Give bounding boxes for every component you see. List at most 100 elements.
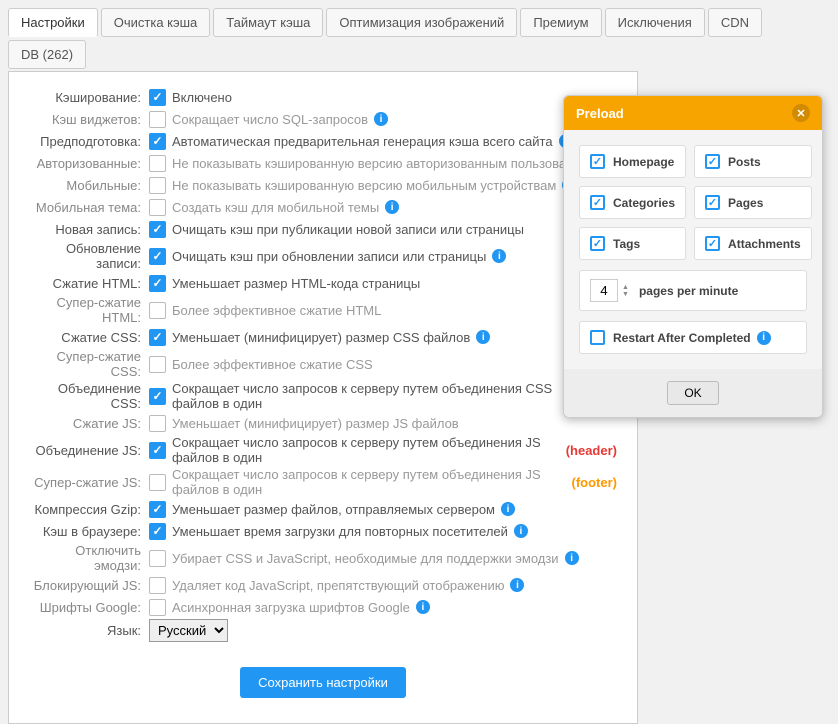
preload-option[interactable]: Tags	[579, 227, 686, 260]
option-label: Posts	[728, 155, 761, 169]
info-icon[interactable]: i	[757, 331, 771, 345]
language-label: Язык:	[29, 623, 149, 638]
option-label: Pages	[728, 196, 763, 210]
restart-row: Restart After Completed i	[579, 321, 807, 354]
setting-label: Мобильная тема:	[29, 200, 149, 215]
setting-label: Блокирующий JS:	[29, 578, 149, 593]
preload-option[interactable]: Attachments	[694, 227, 812, 260]
setting-checkbox[interactable]	[149, 388, 166, 405]
ppm-row: ▲▼ pages per minute	[579, 270, 807, 311]
setting-checkbox[interactable]	[149, 329, 166, 346]
setting-desc: Уменьшает (минифицирует) размер CSS файл…	[172, 330, 470, 345]
preload-option[interactable]: Pages	[694, 186, 812, 219]
setting-desc: Удаляет код JavaScript, препятствующий о…	[172, 578, 504, 593]
setting-desc: Убирает CSS и JavaScript, необходимые дл…	[172, 551, 559, 566]
setting-desc: Уменьшает (минифицирует) размер JS файло…	[172, 416, 459, 431]
setting-checkbox[interactable]	[149, 248, 166, 265]
tab-5[interactable]: Исключения	[605, 8, 705, 37]
setting-label: Объединение CSS:	[29, 381, 149, 411]
tab-7[interactable]: DB (262)	[8, 40, 86, 69]
preload-option[interactable]: Posts	[694, 145, 812, 178]
setting-label: Кэш в браузере:	[29, 524, 149, 539]
option-checkbox[interactable]	[705, 195, 720, 210]
setting-desc: Уменьшает размер HTML-кода страницы	[172, 276, 420, 291]
option-checkbox[interactable]	[590, 154, 605, 169]
ppm-label: pages per minute	[639, 284, 738, 298]
setting-checkbox[interactable]	[149, 199, 166, 216]
setting-checkbox[interactable]	[149, 577, 166, 594]
setting-label: Предподготовка:	[29, 134, 149, 149]
setting-suffix: (header)	[566, 443, 617, 458]
info-icon[interactable]: i	[416, 600, 430, 614]
info-icon[interactable]: i	[514, 524, 528, 538]
setting-desc: Сокращает число SQL-запросов	[172, 112, 368, 127]
setting-label: Отключить эмодзи:	[29, 543, 149, 573]
setting-checkbox[interactable]	[149, 501, 166, 518]
setting-checkbox[interactable]	[149, 111, 166, 128]
setting-checkbox[interactable]	[149, 415, 166, 432]
tab-1[interactable]: Очистка кэша	[101, 8, 211, 37]
info-icon[interactable]: i	[476, 330, 490, 344]
option-checkbox[interactable]	[705, 154, 720, 169]
tab-0[interactable]: Настройки	[8, 8, 98, 37]
spin-down-icon[interactable]: ▼	[622, 291, 629, 298]
info-icon[interactable]: i	[565, 551, 579, 565]
info-icon[interactable]: i	[385, 200, 399, 214]
preload-option[interactable]: Homepage	[579, 145, 686, 178]
option-checkbox[interactable]	[705, 236, 720, 251]
setting-desc: Автоматическая предварительная генерация…	[172, 134, 553, 149]
tab-3[interactable]: Оптимизация изображений	[326, 8, 517, 37]
option-checkbox[interactable]	[590, 195, 605, 210]
info-icon[interactable]: i	[374, 112, 388, 126]
setting-checkbox[interactable]	[149, 523, 166, 540]
setting-checkbox[interactable]	[149, 155, 166, 172]
option-checkbox[interactable]	[590, 236, 605, 251]
setting-checkbox[interactable]	[149, 599, 166, 616]
setting-desc: Уменьшает время загрузки для повторных п…	[172, 524, 508, 539]
setting-checkbox[interactable]	[149, 221, 166, 238]
setting-desc: Не показывать кэшированную версию автори…	[172, 156, 602, 171]
setting-desc: Уменьшает размер файлов, отправляемых се…	[172, 502, 495, 517]
ok-button[interactable]: OK	[667, 381, 718, 405]
tab-2[interactable]: Таймаут кэша	[213, 8, 323, 37]
setting-desc: Не показывать кэшированную версию мобиль…	[172, 178, 556, 193]
setting-desc: Сокращает число запросов к серверу путем…	[172, 467, 572, 497]
setting-label: Супер-сжатие JS:	[29, 475, 149, 490]
setting-checkbox[interactable]	[149, 275, 166, 292]
setting-desc: Очищать кэш при обновлении записи или ст…	[172, 249, 486, 264]
setting-label: Компрессия Gzip:	[29, 502, 149, 517]
setting-label: Супер-сжатие HTML:	[29, 295, 149, 325]
info-icon[interactable]: i	[492, 249, 506, 263]
modal-title: Preload	[576, 106, 624, 121]
setting-desc: Включено	[172, 90, 232, 105]
setting-desc: Более эффективное сжатие CSS	[172, 357, 373, 372]
setting-desc: Асинхронная загрузка шрифтов Google	[172, 600, 410, 615]
setting-label: Кэширование:	[29, 90, 149, 105]
setting-checkbox[interactable]	[149, 442, 166, 459]
setting-desc: Создать кэш для мобильной темы	[172, 200, 379, 215]
tabs-bar: НастройкиОчистка кэшаТаймаут кэшаОптимиз…	[0, 0, 838, 69]
setting-label: Сжатие CSS:	[29, 330, 149, 345]
tab-4[interactable]: Премиум	[520, 8, 601, 37]
info-icon[interactable]: i	[501, 502, 515, 516]
setting-checkbox[interactable]	[149, 302, 166, 319]
setting-desc: Очищать кэш при публикации новой записи …	[172, 222, 524, 237]
setting-suffix: (footer)	[572, 475, 618, 490]
language-select[interactable]: Русский	[149, 619, 228, 642]
tab-6[interactable]: CDN	[708, 8, 762, 37]
option-label: Homepage	[613, 155, 674, 169]
setting-checkbox[interactable]	[149, 177, 166, 194]
save-button[interactable]: Сохранить настройки	[240, 667, 406, 698]
restart-checkbox[interactable]	[590, 330, 605, 345]
setting-checkbox[interactable]	[149, 133, 166, 150]
setting-checkbox[interactable]	[149, 474, 166, 491]
preload-option[interactable]: Categories	[579, 186, 686, 219]
setting-label: Объединение JS:	[29, 443, 149, 458]
setting-label: Шрифты Google:	[29, 600, 149, 615]
ppm-input[interactable]	[590, 279, 618, 302]
close-icon[interactable]: ✕	[792, 104, 810, 122]
setting-checkbox[interactable]	[149, 356, 166, 373]
spin-up-icon[interactable]: ▲	[622, 284, 629, 291]
setting-checkbox[interactable]	[149, 89, 166, 106]
setting-checkbox[interactable]	[149, 550, 166, 567]
